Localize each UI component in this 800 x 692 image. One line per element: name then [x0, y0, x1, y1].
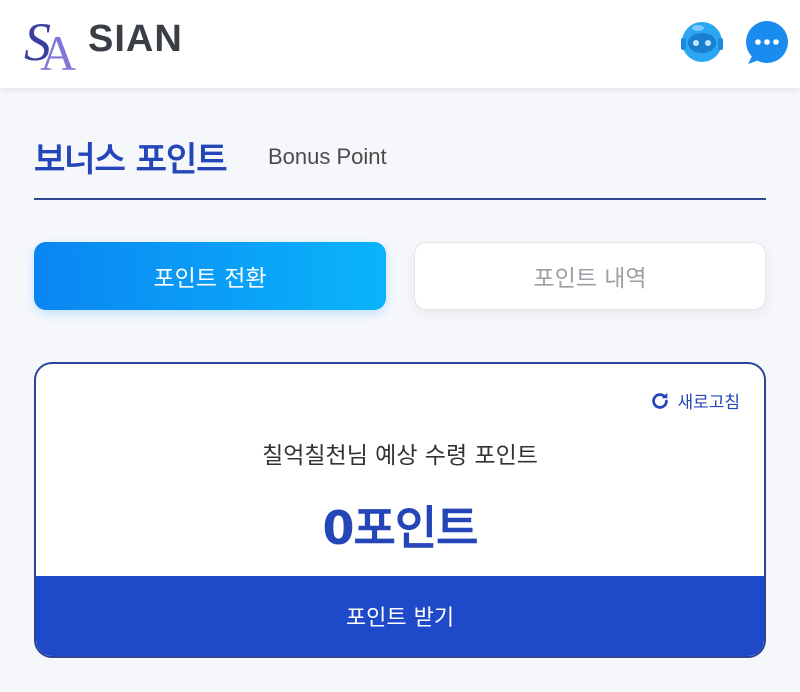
tab-point-history[interactable]: 포인트 내역 [414, 242, 766, 310]
page-subtitle: Bonus Point [268, 144, 387, 169]
chat-button[interactable] [744, 20, 790, 66]
tab-point-conversion[interactable]: 포인트 전환 [34, 242, 386, 310]
bot-avatar-button[interactable] [678, 18, 726, 66]
brand-name[interactable]: SIAN [88, 18, 183, 61]
points-value: 0포인트 [322, 501, 479, 555]
robot-avatar-icon [681, 22, 723, 62]
top-bar: S A SIAN [0, 0, 800, 88]
expected-points-label: 칠억칠천님 예상 수령 포인트 [262, 443, 538, 469]
page-title: 보너스 포인트 [34, 140, 228, 180]
chat-bubble-icon [746, 21, 788, 64]
refresh-button[interactable]: 새로고침 [649, 388, 740, 413]
page-title-section: 보너스 포인트 Bonus Point [34, 132, 766, 200]
svg-text:A: A [40, 25, 76, 74]
receive-points-button[interactable]: 포인트 받기 [36, 576, 764, 656]
refresh-icon [652, 392, 669, 409]
sian-logo-icon[interactable]: S A [22, 8, 86, 81]
refresh-label: 새로고침 [677, 393, 740, 413]
point-card: 새로고침 칠억칠천님 예상 수령 포인트 0포인트 포인트 받기 [34, 362, 766, 658]
